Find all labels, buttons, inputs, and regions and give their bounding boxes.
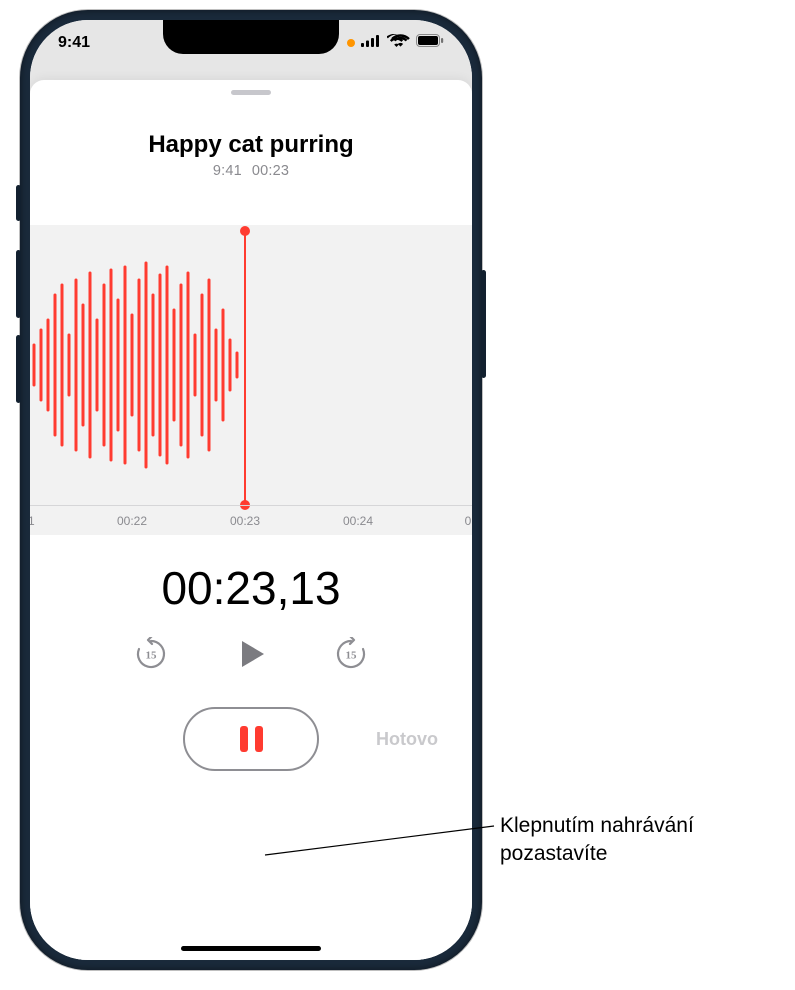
- ruler-tick: 00:23: [230, 514, 260, 528]
- play-button[interactable]: [232, 635, 270, 673]
- svg-text:15: 15: [146, 650, 158, 662]
- callout-line-1: Klepnutím nahrávání: [500, 812, 694, 840]
- done-button[interactable]: Hotovo: [376, 729, 438, 750]
- phone-screen: 9:41 Happy cat purring 9: [30, 20, 472, 960]
- battery-icon: [416, 34, 444, 52]
- recording-indicator-dot: [347, 39, 355, 47]
- pause-icon: [240, 726, 263, 752]
- time-ruler: 21 00:22 00:23 00:24 0: [30, 505, 472, 535]
- phone-volume-up: [16, 250, 21, 318]
- recording-sheet[interactable]: Happy cat purring 9:41 00:23: [30, 80, 472, 960]
- ruler-tick: 00:22: [117, 514, 147, 528]
- iphone-device-frame: 9:41 Happy cat purring 9: [20, 10, 482, 970]
- status-right-group: [347, 34, 444, 52]
- home-indicator[interactable]: [181, 946, 321, 951]
- waveform-graphic: [30, 225, 472, 505]
- sheet-grabber[interactable]: [231, 90, 271, 95]
- cellular-signal-icon: [361, 34, 381, 52]
- callout-line-2: pozastavíte: [500, 840, 694, 868]
- elapsed-time: 00:23,13: [161, 561, 340, 615]
- recording-clocktime: 9:41: [213, 163, 242, 179]
- phone-silent-switch: [16, 185, 21, 221]
- recording-title[interactable]: Happy cat purring: [148, 131, 353, 159]
- wifi-icon: [387, 34, 410, 52]
- skip-forward-15-button[interactable]: 15: [334, 637, 368, 671]
- callout-text: Klepnutím nahrávání pozastavíte: [500, 812, 694, 869]
- ruler-tick: 0: [465, 514, 472, 528]
- phone-side-button: [481, 270, 486, 378]
- playhead[interactable]: [244, 231, 246, 505]
- phone-notch: [163, 20, 339, 54]
- waveform-scrubber[interactable]: 21 00:22 00:23 00:24 0: [30, 225, 472, 535]
- bottom-action-row: Hotovo: [30, 707, 472, 771]
- app-background: Happy cat purring 9:41 00:23: [30, 20, 472, 960]
- svg-text:15: 15: [346, 650, 358, 662]
- recording-duration: 00:23: [252, 163, 289, 179]
- skip-back-15-button[interactable]: 15: [134, 637, 168, 671]
- recording-subtitle: 9:41 00:23: [213, 163, 289, 179]
- playback-controls: 15 15: [134, 635, 368, 673]
- ruler-tick: 21: [30, 514, 35, 528]
- pause-recording-button[interactable]: [183, 707, 319, 771]
- status-time: 9:41: [58, 34, 90, 52]
- phone-volume-down: [16, 335, 21, 403]
- ruler-tick: 00:24: [343, 514, 373, 528]
